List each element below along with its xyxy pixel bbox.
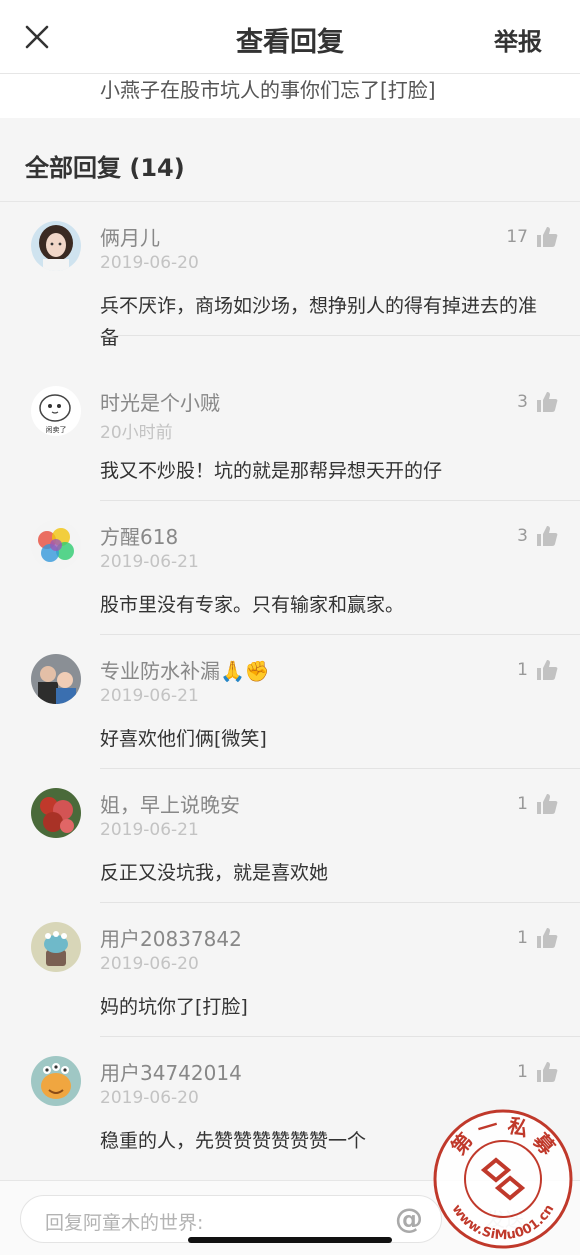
reply-item: 专业防水补漏🙏✊ 2019-06-21 1 好喜欢他们俩[微笑] <box>0 635 580 769</box>
avatar[interactable] <box>31 654 81 704</box>
reply-date: 2019-06-20 <box>100 1088 199 1108</box>
reply-date: 2019-06-20 <box>100 954 199 974</box>
watermark-stamp: 第 一 私 募 www.SiMu001.cn <box>433 1109 573 1249</box>
reply-item: 方醒618 2019-06-21 3 股市里没有专家。只有输家和赢家。 <box>0 501 580 635</box>
reply-item: 闲卖了 时光是个小贼 20小时前 3 我又不炒股！坑的就是那帮异想天开的仔 <box>0 367 580 501</box>
reply-item: 俩月儿 2019-06-20 17 兵不厌诈，商场如沙场，想挣别人的得有掉进去的… <box>0 202 580 349</box>
original-comment-text: 小燕子在股市坑人的事你们忘了[打脸] <box>100 78 436 102</box>
like-button[interactable]: 1 <box>517 657 558 683</box>
like-count: 1 <box>517 660 528 680</box>
reply-content: 兵不厌诈，商场如沙场，想挣别人的得有掉进去的准备 <box>100 295 538 349</box>
avatar[interactable] <box>31 520 81 570</box>
thumbs-up-icon <box>537 392 558 412</box>
like-button[interactable]: 17 <box>506 224 558 250</box>
reply-author[interactable]: 俩月儿 <box>100 222 160 251</box>
at-icon[interactable]: @ <box>395 1202 423 1235</box>
reply-item: 用户20837842 2019-06-20 1 妈的坑你了[打脸] <box>0 903 580 1037</box>
original-comment: 小燕子在股市坑人的事你们忘了[打脸] <box>0 74 580 118</box>
thumbs-up-icon <box>537 660 558 680</box>
like-count: 3 <box>517 392 528 412</box>
reply-content: 我又不炒股！坑的就是那帮异想天开的仔 <box>100 460 443 482</box>
like-button[interactable]: 1 <box>517 925 558 951</box>
like-count: 17 <box>506 227 528 247</box>
home-indicator <box>188 1237 392 1243</box>
reply-date: 2019-06-21 <box>100 820 199 840</box>
like-button[interactable]: 3 <box>517 389 558 415</box>
avatar[interactable] <box>31 922 81 972</box>
avatar[interactable] <box>31 1056 81 1106</box>
reply-content: 反正又没坑我，就是喜欢她 <box>100 862 329 884</box>
reply-author[interactable]: 用户20837842 <box>100 923 242 952</box>
reply-author[interactable]: 方醒618 <box>100 521 178 550</box>
reply-placeholder: 回复阿童木的世界: <box>45 1212 204 1234</box>
reply-date: 20小时前 <box>100 423 173 443</box>
avatar[interactable]: 闲卖了 <box>31 386 81 436</box>
reply-input[interactable]: 回复阿童木的世界: @ <box>20 1195 442 1243</box>
reply-date: 2019-06-20 <box>100 253 199 273</box>
page-title: 查看回复 <box>236 27 344 58</box>
reply-content: 股市里没有专家。只有输家和赢家。 <box>100 594 405 616</box>
reply-date: 2019-06-21 <box>100 552 199 572</box>
report-button[interactable]: 举报 <box>494 22 542 57</box>
avatar[interactable] <box>31 788 81 838</box>
thumbs-up-icon <box>537 227 558 247</box>
thumbs-up-icon <box>537 794 558 814</box>
thumbs-up-icon <box>537 1062 558 1082</box>
reply-author[interactable]: 时光是个小贼 <box>100 387 220 416</box>
like-count: 1 <box>517 794 528 814</box>
replies-header: 全部回复 (14) <box>25 154 185 182</box>
reply-content: 好喜欢他们俩[微笑] <box>100 728 267 750</box>
reply-item: 姐，早上说晚安 2019-06-21 1 反正又没坑我，就是喜欢她 <box>0 769 580 903</box>
reply-author[interactable]: 用户34742014 <box>100 1057 242 1086</box>
like-button[interactable]: 1 <box>517 791 558 817</box>
reply-author[interactable]: 专业防水补漏🙏✊ <box>100 655 270 684</box>
divider <box>100 335 580 336</box>
like-button[interactable]: 1 <box>517 1059 558 1085</box>
avatar-caption: 闲卖了 <box>46 425 67 434</box>
like-count: 3 <box>517 526 528 546</box>
reply-date: 2019-06-21 <box>100 686 199 706</box>
like-count: 1 <box>517 928 528 948</box>
avatar[interactable] <box>31 221 81 271</box>
thumbs-up-icon <box>537 928 558 948</box>
like-count: 1 <box>517 1062 528 1082</box>
reply-author[interactable]: 姐，早上说晚安 <box>100 789 240 818</box>
nav-bar: 查看回复 举报 <box>0 0 580 74</box>
reply-content: 妈的坑你了[打脸] <box>100 996 248 1018</box>
thumbs-up-icon <box>537 526 558 546</box>
like-button[interactable]: 3 <box>517 523 558 549</box>
